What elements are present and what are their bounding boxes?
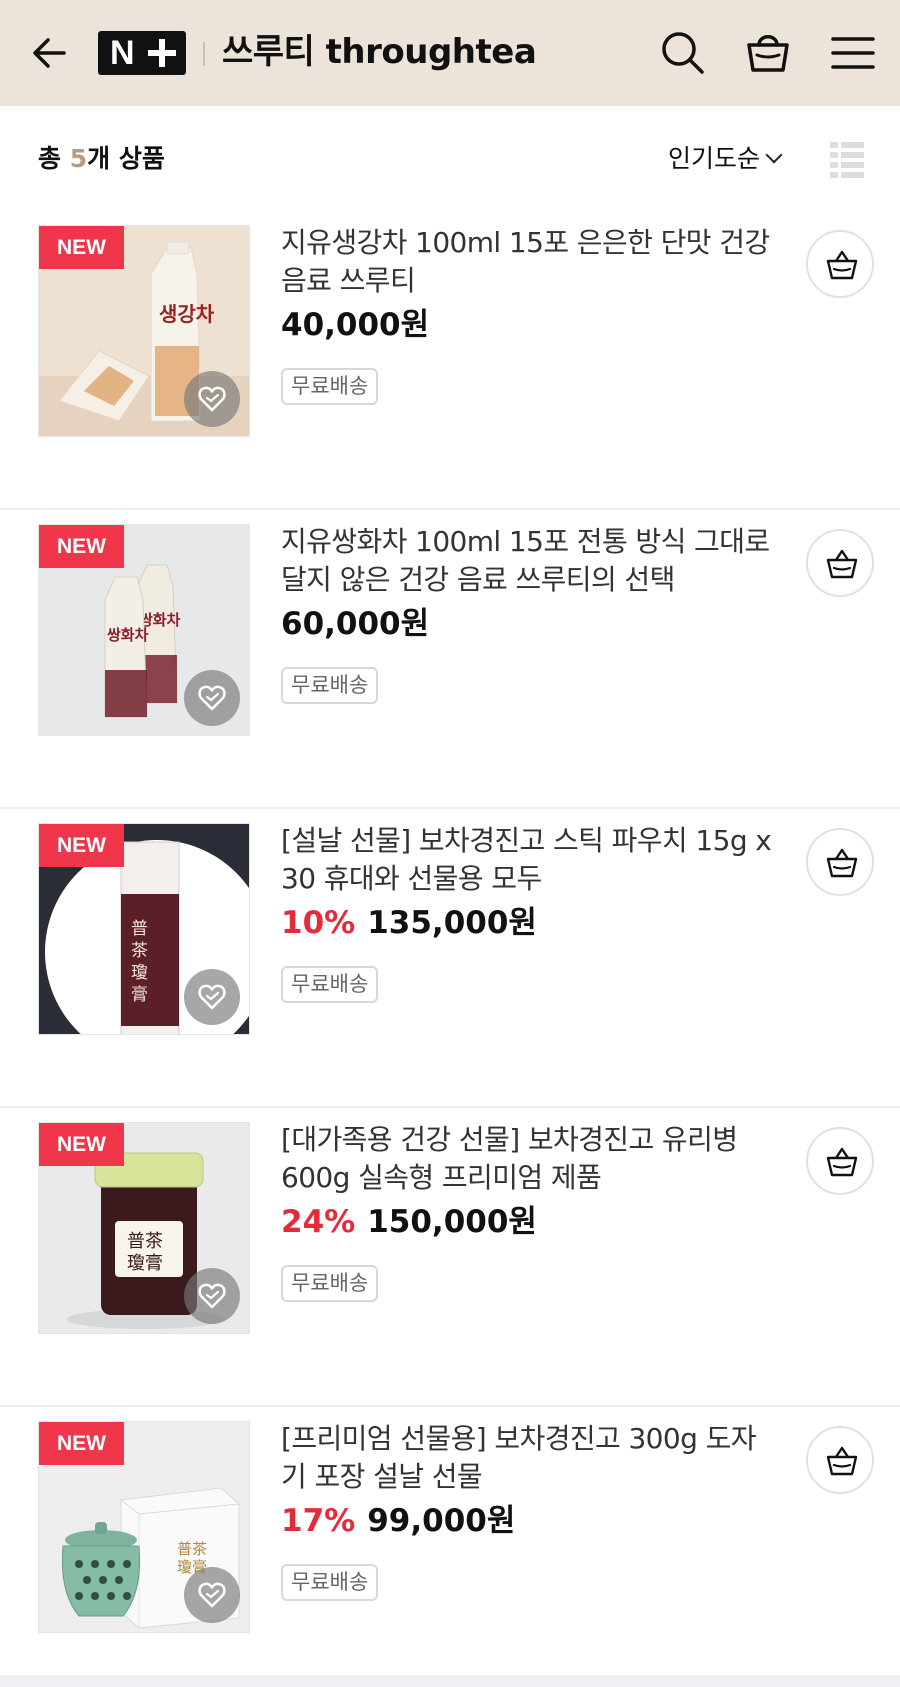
view-toggle-button[interactable] (830, 140, 864, 180)
svg-text:생강차: 생강차 (159, 302, 215, 326)
discount-rate: 10% (281, 905, 356, 941)
heart-icon (198, 386, 226, 412)
heart-icon (198, 1283, 226, 1309)
list-toolbar: 총 5개 상품 인기도순 (0, 106, 900, 212)
heart-icon (198, 1582, 226, 1608)
price-line: 60,000원 (281, 603, 429, 645)
shopping-bag-button[interactable] (743, 28, 793, 78)
back-button[interactable] (28, 30, 74, 76)
product-image[interactable]: 普 茶 瓊 膏 NEW (38, 823, 250, 1035)
svg-text:茶: 茶 (131, 941, 148, 961)
new-badge: NEW (39, 1123, 124, 1166)
add-to-cart-button[interactable] (806, 529, 874, 597)
count-number: 5 (69, 144, 88, 173)
product-title[interactable]: 지유쌍화차 100ml 15포 전통 방식 그대로 달지 않은 건강 음료 쓰루… (281, 523, 781, 599)
discount-rate: 17% (281, 1503, 356, 1539)
product-image[interactable]: 쌍화차 쌍화차 NEW (38, 524, 250, 736)
product-price: 99,000원 (367, 1503, 516, 1539)
add-to-cart-button[interactable] (806, 828, 874, 896)
new-badge: NEW (39, 226, 124, 269)
bottom-edge (0, 1675, 900, 1687)
price-line: 17% 99,000원 (281, 1500, 515, 1542)
product-count: 총 5개 상품 (38, 142, 165, 176)
new-badge: NEW (39, 525, 124, 568)
svg-text:쌍화차: 쌍화차 (107, 626, 149, 644)
price-line: 10% 135,000원 (281, 902, 537, 944)
product-image[interactable]: 普茶 瓊膏 NEW (38, 1122, 250, 1334)
svg-text:瓊: 瓊 (131, 963, 148, 983)
shopping-basket-icon (826, 1446, 858, 1476)
free-shipping-tag: 무료배송 (281, 667, 379, 704)
price-line: 24% 150,000원 (281, 1201, 537, 1243)
arrow-left-icon (33, 38, 66, 68)
plus-icon (148, 39, 176, 67)
shopping-basket-icon (826, 1147, 858, 1177)
naver-plus-logo[interactable]: N (98, 31, 186, 75)
heart-icon (198, 984, 226, 1010)
app-header: N 쓰루티 throughtea (0, 0, 900, 106)
svg-text:普: 普 (131, 919, 148, 939)
count-prefix: 총 (38, 144, 70, 173)
free-shipping-tag: 무료배송 (281, 1265, 379, 1302)
wishlist-button[interactable] (184, 371, 240, 427)
divider (203, 42, 205, 66)
chevron-down-icon (765, 146, 783, 164)
new-badge: NEW (39, 1422, 124, 1465)
heart-icon (198, 685, 226, 711)
list-view-icon (830, 142, 864, 178)
product-image[interactable]: 普茶 瓊膏 NEW (38, 1421, 250, 1633)
search-icon (662, 32, 704, 74)
svg-text:瓊膏: 瓊膏 (127, 1252, 163, 1274)
new-badge: NEW (39, 824, 124, 867)
free-shipping-tag: 무료배송 (281, 368, 379, 405)
search-button[interactable] (658, 28, 708, 78)
wishlist-button[interactable] (184, 1268, 240, 1324)
add-to-cart-button[interactable] (806, 230, 874, 298)
svg-text:普茶: 普茶 (177, 1540, 207, 1558)
add-to-cart-button[interactable] (806, 1426, 874, 1494)
product-price: 60,000원 (281, 606, 430, 642)
free-shipping-tag: 무료배송 (281, 1564, 379, 1601)
sort-dropdown[interactable]: 인기도순 (668, 142, 783, 176)
store-name[interactable]: 쓰루티 throughtea (222, 28, 537, 76)
product-row[interactable]: 쌍화차 쌍화차 NEW 지유쌍화차 100ml 15포 전통 방식 그대로 달지… (0, 511, 900, 809)
product-row[interactable]: 생강차 NEW 지유생강차 100ml 15포 은은한 단맛 건강 음료 쓰루티… (0, 212, 900, 510)
product-row[interactable]: 普茶 瓊膏 NEW [프리미엄 선물용] 보차경진고 300g 도자기 포장 설… (0, 1408, 900, 1687)
count-suffix: 개 상품 (87, 144, 165, 173)
wishlist-button[interactable] (184, 670, 240, 726)
hamburger-menu-icon (831, 37, 875, 69)
free-shipping-tag: 무료배송 (281, 966, 379, 1003)
shopping-bag-icon (747, 35, 789, 72)
svg-text:膏: 膏 (131, 984, 148, 1005)
wishlist-button[interactable] (184, 1567, 240, 1623)
product-row[interactable]: 普 茶 瓊 膏 NEW [설날 선물] 보차경진고 스틱 파우치 15g x 3… (0, 810, 900, 1108)
product-price: 150,000원 (367, 1204, 537, 1240)
product-price: 135,000원 (367, 905, 537, 941)
wishlist-button[interactable] (184, 969, 240, 1025)
product-title[interactable]: [프리미엄 선물용] 보차경진고 300g 도자기 포장 설날 선물 (281, 1420, 781, 1496)
product-title[interactable]: [설날 선물] 보차경진고 스틱 파우치 15g x 30 휴대와 선물용 모두 (281, 822, 781, 898)
add-to-cart-button[interactable] (806, 1127, 874, 1195)
product-title[interactable]: 지유생강차 100ml 15포 은은한 단맛 건강 음료 쓰루티 (281, 224, 781, 300)
shopping-basket-icon (826, 250, 858, 280)
shopping-basket-icon (826, 848, 858, 878)
shopping-basket-icon (826, 549, 858, 579)
product-row[interactable]: 普茶 瓊膏 NEW [대가족용 건강 선물] 보차경진고 유리병 600g 실속… (0, 1109, 900, 1407)
product-price: 40,000원 (281, 307, 430, 343)
menu-button[interactable] (828, 28, 878, 78)
svg-text:普茶: 普茶 (127, 1231, 163, 1252)
sort-label: 인기도순 (668, 144, 761, 173)
discount-rate: 24% (281, 1204, 356, 1240)
logo-letter: N (110, 34, 135, 72)
product-title[interactable]: [대가족용 건강 선물] 보차경진고 유리병 600g 실속형 프리미엄 제품 (281, 1121, 781, 1197)
product-image[interactable]: 생강차 NEW (38, 225, 250, 437)
price-line: 40,000원 (281, 304, 429, 346)
